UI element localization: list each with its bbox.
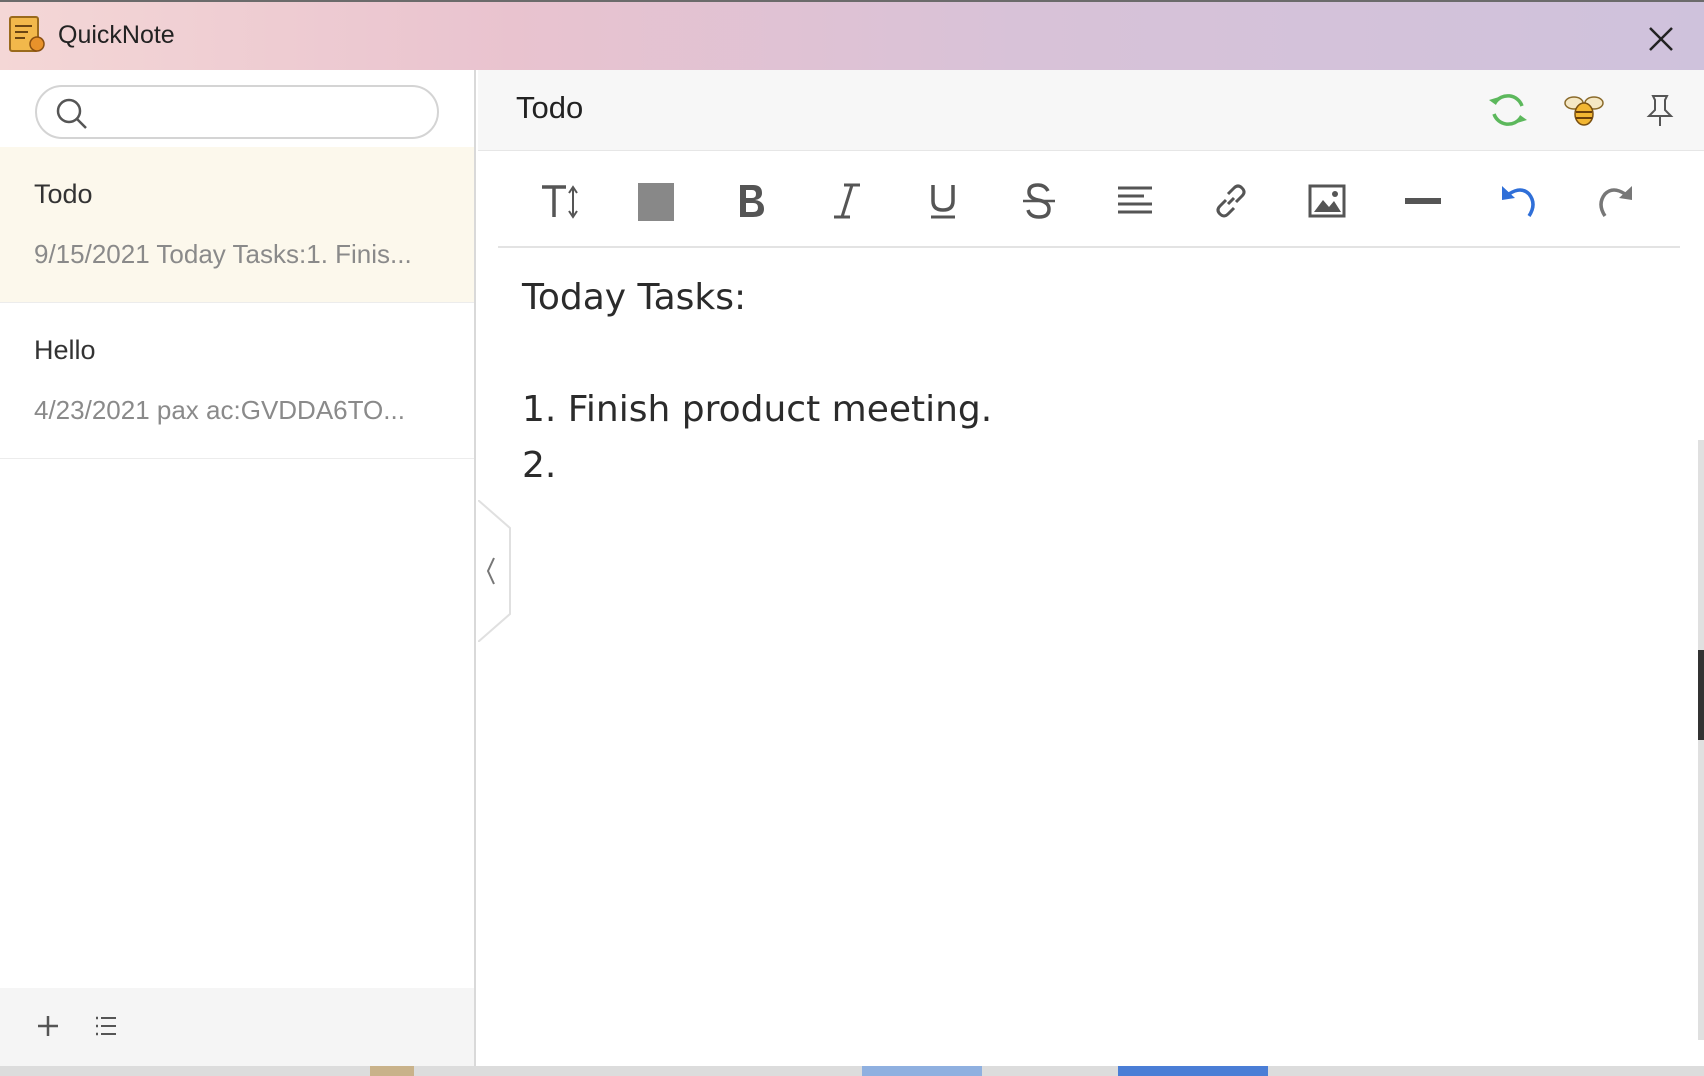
notepad-icon [9, 16, 45, 52]
divider-icon[interactable] [1400, 178, 1446, 224]
note-title: Hello [34, 335, 96, 365]
bold-icon[interactable] [728, 178, 774, 224]
desktop-mark [862, 1066, 982, 1076]
note-list-item[interactable]: Hello 4/23/2021 pax ac:GVDDA6TO... [0, 303, 474, 459]
color-block-icon[interactable] [633, 178, 679, 224]
search-box[interactable] [35, 85, 439, 139]
note-heading: Todo [516, 90, 584, 125]
search-input[interactable] [99, 93, 423, 133]
note-editor[interactable]: Today Tasks: 1. Finish product meeting. … [522, 270, 1662, 494]
scrollbar-track[interactable] [1698, 440, 1704, 1040]
search-icon [56, 98, 87, 129]
align-icon[interactable] [1112, 178, 1158, 224]
list-icon[interactable] [88, 1008, 124, 1044]
plus-icon[interactable] [30, 1008, 66, 1044]
formatting-toolbar [498, 160, 1680, 248]
italic-icon[interactable] [824, 178, 870, 224]
app-title: QuickNote [58, 21, 175, 49]
content-line: 1. Finish product meeting. [522, 389, 993, 430]
content-line: 2. [522, 445, 557, 486]
underline-icon[interactable] [920, 178, 966, 224]
redo-icon[interactable] [1592, 178, 1638, 224]
note-preview: 4/23/2021 pax ac:GVDDA6TO... [34, 395, 405, 425]
close-icon[interactable] [1644, 22, 1678, 56]
note-preview: 9/15/2021 Today Tasks:1. Finis... [34, 239, 412, 269]
notes-sidebar: Todo 9/15/2021 Today Tasks:1. Finis... H… [0, 70, 476, 1066]
note-list-item[interactable]: Todo 9/15/2021 Today Tasks:1. Finis... [0, 147, 474, 303]
strikethrough-icon[interactable] [1016, 178, 1062, 224]
undo-icon[interactable] [1496, 178, 1542, 224]
content-line: Today Tasks: [522, 277, 747, 318]
scrollbar-thumb[interactable] [1698, 650, 1704, 740]
sidebar-footer [0, 988, 474, 1066]
sync-icon[interactable] [1486, 88, 1530, 132]
desktop-mark [370, 1066, 414, 1076]
link-icon[interactable] [1208, 178, 1254, 224]
bee-icon[interactable] [1562, 88, 1606, 132]
pin-icon[interactable] [1638, 88, 1682, 132]
content-line [522, 326, 1662, 382]
desktop-mark [1118, 1066, 1268, 1076]
note-title: Todo [34, 179, 93, 209]
image-icon[interactable] [1304, 178, 1350, 224]
text-size-icon[interactable] [538, 178, 584, 224]
desktop-background-strip [0, 1066, 1704, 1076]
title-bar: QuickNote [0, 0, 1704, 70]
editor-header: Todo [478, 70, 1704, 151]
collapse-sidebar-button[interactable] [478, 500, 514, 642]
